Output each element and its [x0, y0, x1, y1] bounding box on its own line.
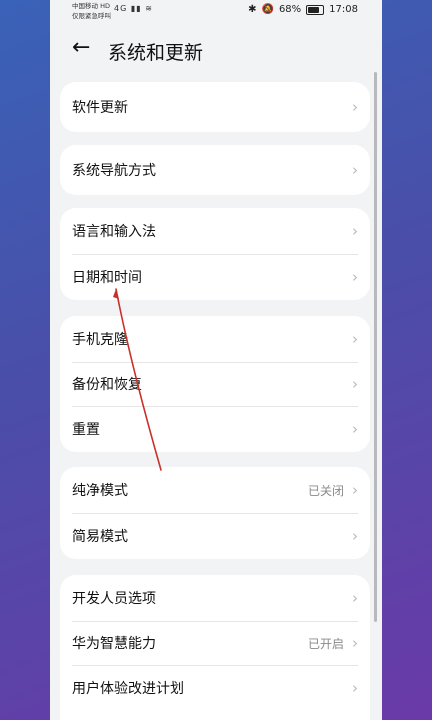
system-navigation-item[interactable]: 系统导航方式 ›	[60, 145, 370, 195]
scrollbar[interactable]	[374, 72, 377, 622]
item-label: 手机克隆	[72, 332, 128, 348]
chevron-right-icon: ›	[352, 330, 358, 348]
developer-options-item[interactable]: 开发人员选项 ›	[60, 575, 370, 621]
software-update-item[interactable]: 软件更新 ›	[60, 82, 370, 132]
chevron-right-icon: ›	[352, 634, 358, 652]
date-time-item[interactable]: 日期和时间 ›	[60, 254, 370, 300]
reset-item[interactable]: 重置 ›	[60, 406, 370, 452]
item-label: 纯净模式	[72, 483, 128, 499]
item-label: 备份和恢复	[72, 377, 142, 393]
settings-group-backup: 手机克隆 › 备份和恢复 › 重置 ›	[60, 316, 370, 452]
item-label: 系统导航方式	[72, 163, 156, 179]
network-type: 4G	[114, 4, 128, 13]
settings-screen: 中国移动 HD 仅限紧急呼叫 4G ▮▮ ≋ ✱ 🔕 68% 17:08 ← 系…	[50, 0, 382, 720]
status-bar: 中国移动 HD 仅限紧急呼叫 4G ▮▮ ≋ ✱ 🔕 68% 17:08	[50, 0, 382, 22]
battery-percent: 68%	[278, 4, 302, 15]
backup-restore-item[interactable]: 备份和恢复 ›	[60, 362, 370, 406]
battery-icon	[306, 4, 325, 15]
settings-group-language-date: 语言和输入法 › 日期和时间 ›	[60, 208, 370, 300]
chevron-right-icon: ›	[352, 268, 358, 286]
item-label: 重置	[72, 422, 100, 438]
chevron-right-icon: ›	[352, 589, 358, 607]
item-label: 简易模式	[72, 529, 128, 545]
page-header: ← 系统和更新	[50, 30, 382, 70]
bluetooth-icon: ✱	[248, 4, 257, 15]
item-label: 华为智慧能力	[72, 636, 156, 652]
chevron-right-icon: ›	[352, 420, 358, 438]
huawei-ai-item[interactable]: 华为智慧能力 已开启 ›	[60, 621, 370, 665]
chevron-right-icon: ›	[352, 222, 358, 240]
settings-group-developer: 开发人员选项 › 华为智慧能力 已开启 › 用户体验改进计划 ›	[60, 575, 370, 720]
item-label: 开发人员选项	[72, 591, 156, 607]
clock: 17:08	[329, 4, 358, 15]
mute-bell-icon: 🔕	[261, 4, 274, 15]
chevron-right-icon: ›	[352, 375, 358, 393]
item-label: 日期和时间	[72, 270, 142, 286]
settings-group-navigation: 系统导航方式 ›	[60, 145, 370, 195]
language-input-item[interactable]: 语言和输入法 ›	[60, 208, 370, 254]
chevron-right-icon: ›	[352, 481, 358, 499]
chevron-right-icon: ›	[352, 161, 358, 179]
signal-icon: 4G ▮▮ ≋	[114, 4, 153, 13]
item-label: 用户体验改进计划	[72, 681, 184, 697]
simple-mode-item[interactable]: 简易模式 ›	[60, 513, 370, 559]
user-experience-item[interactable]: 用户体验改进计划 ›	[60, 665, 370, 711]
pure-mode-item[interactable]: 纯净模式 已关闭 ›	[60, 467, 370, 513]
status-right: ✱ 🔕 68% 17:08	[248, 4, 358, 15]
item-status-value: 已关闭	[307, 483, 344, 498]
item-label: 语言和输入法	[72, 224, 156, 240]
phone-clone-item[interactable]: 手机克隆 ›	[60, 316, 370, 362]
page-title: 系统和更新	[108, 42, 204, 64]
item-status-value: 已开启	[307, 636, 344, 651]
chevron-right-icon: ›	[352, 98, 358, 116]
carrier-info: 中国移动 HD 仅限紧急呼叫	[72, 1, 111, 21]
chevron-right-icon: ›	[352, 679, 358, 697]
item-label: 软件更新	[72, 100, 128, 116]
carrier-name: 中国移动 HD	[72, 2, 110, 10]
settings-group-update: 软件更新 ›	[60, 82, 370, 132]
chevron-right-icon: ›	[352, 527, 358, 545]
emergency-only-text: 仅限紧急呼叫	[72, 12, 111, 20]
back-arrow-icon[interactable]: ←	[72, 34, 90, 62]
settings-group-modes: 纯净模式 已关闭 › 简易模式 ›	[60, 467, 370, 559]
